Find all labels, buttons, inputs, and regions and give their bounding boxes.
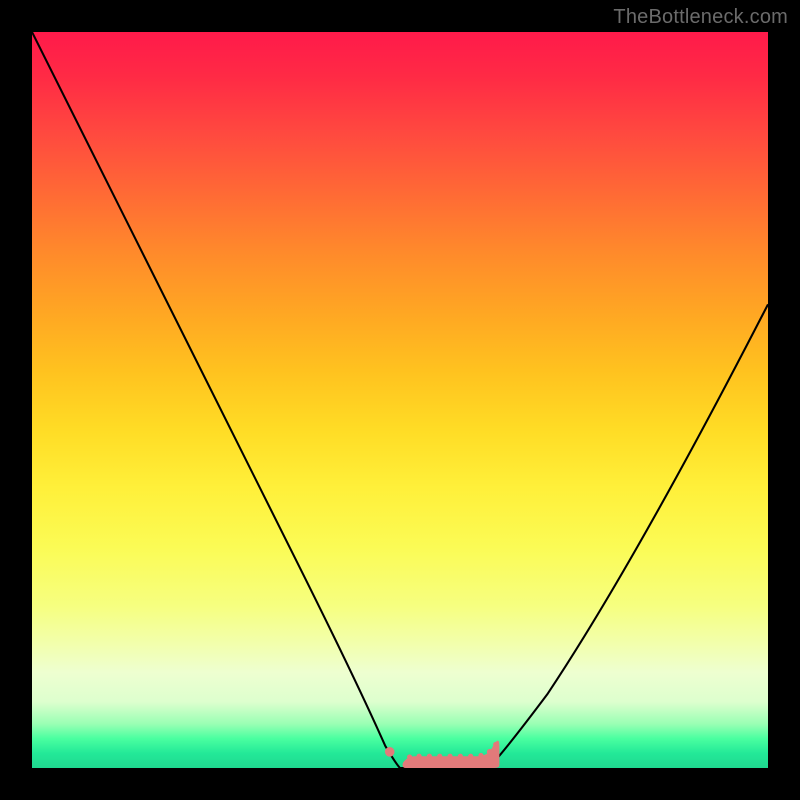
curve-left: [32, 32, 400, 768]
source-attribution: TheBottleneck.com: [613, 6, 788, 29]
plot-area: [32, 32, 768, 768]
min-marker-group: [385, 741, 499, 768]
bottleneck-curve: [32, 32, 768, 768]
curve-right: [488, 304, 768, 768]
chart-frame: TheBottleneck.com: [0, 0, 800, 800]
min-dot-icon: [385, 747, 395, 757]
